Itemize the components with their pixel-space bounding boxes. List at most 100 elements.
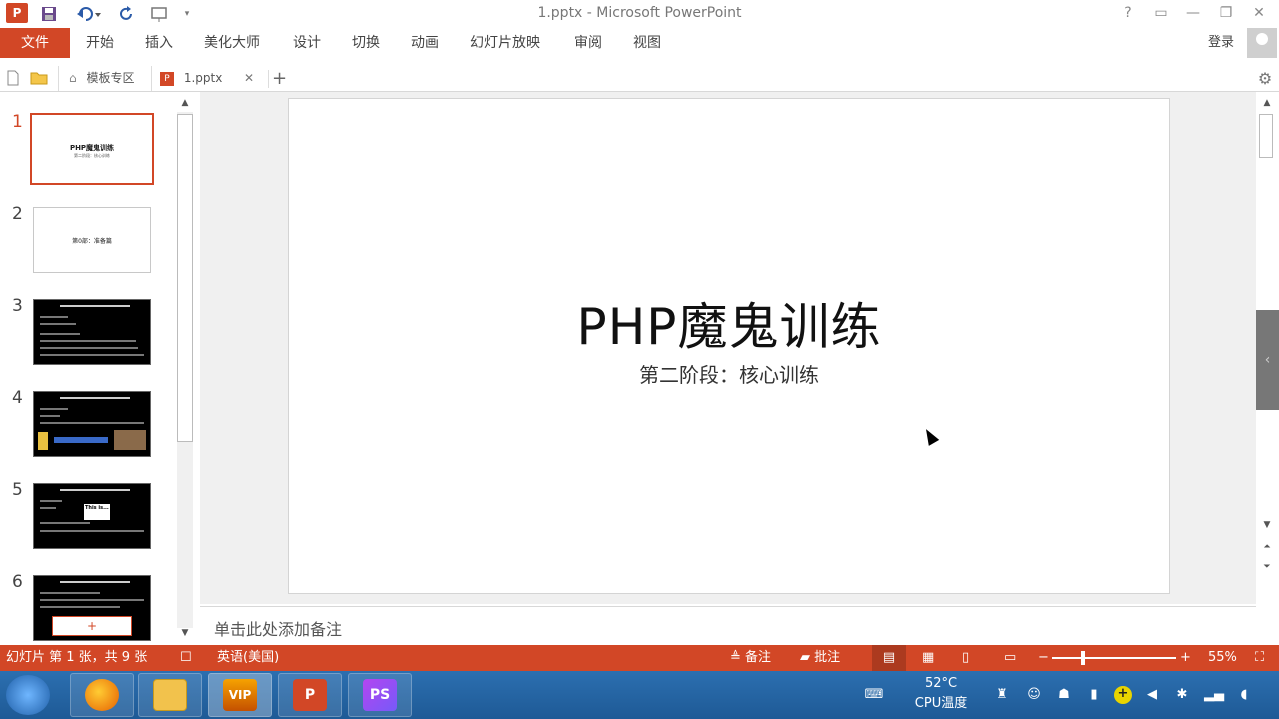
scroll-up-arrow-icon[interactable]: ▲ (177, 96, 193, 110)
keyboard-icon[interactable]: ⌨ (864, 687, 884, 703)
start-button[interactable] (6, 675, 50, 715)
tab-file[interactable]: 文件 (0, 28, 70, 58)
language-status[interactable]: 英语(美国) (217, 645, 279, 671)
scroll-down-arrow-icon[interactable]: ▼ (177, 626, 193, 640)
reading-view-icon[interactable]: ▯ (962, 645, 969, 671)
cpu-temperature-label: CPU温度 (914, 696, 968, 711)
ribbon-display-options-button[interactable]: ▭ (1146, 2, 1176, 24)
comments-toggle-button[interactable]: ▰ 批注 (800, 645, 840, 671)
thumbnail-scrollbar[interactable]: ▲ ▼ (176, 96, 194, 642)
restore-button[interactable]: ❐ (1211, 2, 1241, 24)
network-user-icon[interactable]: ☗ (1056, 687, 1072, 703)
windows-taskbar: VIP P PS ⌨ 52°C CPU温度 ♜ ☺ ☗ ▮ + ◀ ✱ ▂▄ ◖ (0, 671, 1279, 719)
taskbar-phpstorm[interactable]: PS (348, 673, 412, 717)
taskbar-powerpoint[interactable]: P (278, 673, 342, 717)
volume-icon[interactable]: ◖ (1236, 687, 1252, 703)
thumbnail-text-line (40, 408, 68, 410)
new-document-icon[interactable] (4, 70, 22, 88)
thumbnail-callout: This is... (84, 504, 110, 520)
slide-thumbnail-1[interactable]: PHP魔鬼训练 第二阶段：核心训练 (30, 113, 154, 185)
tab-animations[interactable]: 动画 (407, 28, 443, 58)
tab-template-zone[interactable]: ⌂ 模板专区 (58, 66, 152, 91)
vip-app-icon: VIP (223, 679, 257, 711)
cpu-temperature-widget[interactable]: 52°C CPU温度 (902, 671, 980, 719)
thumbnail-text-line (40, 522, 90, 524)
tab-document-label: 1.pptx (183, 71, 223, 85)
phpstorm-icon: PS (363, 679, 397, 711)
zoom-out-button[interactable]: − (1038, 645, 1049, 671)
normal-view-icon[interactable]: ▤ (872, 645, 906, 671)
slide-thumbnail-3[interactable] (33, 299, 151, 365)
notes-toggle-button[interactable]: ≜ 备注 (730, 645, 771, 671)
slide-thumbnail-5[interactable]: This is... (33, 483, 151, 549)
tab-design[interactable]: 设计 (289, 28, 325, 58)
previous-slide-icon[interactable]: ⏶ (1259, 540, 1275, 554)
spell-check-icon[interactable]: ☐ (180, 645, 192, 671)
close-tab-icon[interactable]: ✕ (244, 66, 254, 91)
scroll-thumb[interactable] (177, 114, 193, 442)
bluetooth-icon[interactable]: ✱ (1174, 687, 1190, 703)
slide-subtitle[interactable]: 第二阶段：核心训练 (289, 359, 1169, 388)
taskbar-vip-app[interactable]: VIP (208, 673, 272, 717)
thumbnail-text-line (40, 599, 144, 601)
speaker-muted-icon[interactable]: ◀ (1144, 687, 1160, 703)
tab-view[interactable]: 视图 (629, 28, 665, 58)
scroll-thumb[interactable] (1259, 114, 1273, 158)
new-tab-button[interactable]: + (268, 70, 290, 88)
slide-sorter-view-icon[interactable]: ▦ (922, 645, 934, 671)
close-button[interactable]: ✕ (1244, 2, 1274, 24)
notes-placeholder[interactable]: 单击此处添加备注 (214, 616, 342, 640)
next-slide-icon[interactable]: ⏷ (1259, 560, 1275, 574)
powerpoint-icon: P (293, 679, 327, 711)
slide-thumbnail-6[interactable]: + (33, 575, 151, 641)
tab-template-zone-label: 模板专区 (86, 71, 135, 85)
thumbnail-text-line (40, 316, 68, 318)
taskbar-firefox[interactable] (70, 673, 134, 717)
current-slide[interactable]: PHP魔鬼训练 第二阶段：核心训练 (288, 98, 1170, 594)
zoom-in-button[interactable]: + (1180, 645, 1191, 671)
sign-in-link[interactable]: 登录 (1208, 28, 1234, 58)
notes-pane[interactable]: 单击此处添加备注 (200, 606, 1256, 645)
settings-gear-icon[interactable]: ⚙ (1256, 70, 1274, 88)
fit-slide-to-window-icon[interactable]: ⛶ (1255, 645, 1264, 671)
open-folder-icon[interactable] (30, 70, 48, 88)
slideshow-view-icon[interactable]: ▭ (1004, 645, 1016, 671)
slide-thumbnail-4[interactable] (33, 391, 151, 457)
slide-thumbnail-2[interactable]: 第0部：准备篇 (33, 207, 151, 273)
usb-device-icon[interactable]: ▮ (1086, 687, 1102, 703)
signal-icon[interactable]: ▂▄ (1204, 687, 1224, 703)
scroll-down-arrow-icon[interactable]: ▼ (1259, 518, 1275, 532)
title-bar: P ▾ 1.pptx - Microsoft PowerPoint ? ▭ — … (0, 0, 1279, 28)
notes-toggle-label: 备注 (745, 650, 772, 665)
add-tray-icon[interactable]: + (1114, 686, 1132, 704)
tab-review[interactable]: 审阅 (570, 28, 606, 58)
zoom-level[interactable]: 55% (1208, 645, 1237, 671)
tab-slideshow[interactable]: 幻灯片放映 (466, 28, 544, 58)
tab-home[interactable]: 开始 (82, 28, 118, 58)
comment-icon: ▰ (800, 650, 810, 665)
tray-app-icon[interactable]: ♜ (994, 687, 1010, 703)
tab-beautify-master[interactable]: 美化大师 (200, 28, 264, 58)
help-button[interactable]: ? (1113, 2, 1143, 24)
zoom-slider-thumb[interactable] (1081, 651, 1085, 665)
tab-insert[interactable]: 插入 (141, 28, 177, 58)
home-icon: ⌂ (69, 71, 77, 85)
zoom-slider-track[interactable] (1052, 657, 1176, 659)
firefox-icon (85, 679, 119, 711)
minimize-button[interactable]: — (1178, 2, 1208, 24)
taskbar-explorer[interactable] (138, 673, 202, 717)
thumbnail-number: 3 (12, 296, 23, 316)
folder-icon (153, 679, 187, 711)
qq-icon[interactable]: ☺ (1026, 687, 1042, 703)
slide-title[interactable]: PHP魔鬼训练 (289, 287, 1169, 359)
thumbnail-text-line (40, 347, 138, 349)
ribbon-tabs: 文件 开始 插入 美化大师 设计 切换 动画 幻灯片放映 审阅 视图 登录 (0, 28, 1279, 60)
tab-document[interactable]: P 1.pptx ✕ (154, 66, 264, 91)
notes-icon: ≜ (730, 650, 741, 665)
thumbnail-number: 2 (12, 204, 23, 224)
slide-scrollbar[interactable]: ▲ ‹ ▼ ⏶ ⏷ (1256, 92, 1279, 604)
side-panel-toggle-icon[interactable]: ‹ (1256, 310, 1279, 410)
tab-transitions[interactable]: 切换 (348, 28, 384, 58)
scroll-up-arrow-icon[interactable]: ▲ (1259, 96, 1275, 110)
avatar[interactable] (1247, 28, 1277, 58)
